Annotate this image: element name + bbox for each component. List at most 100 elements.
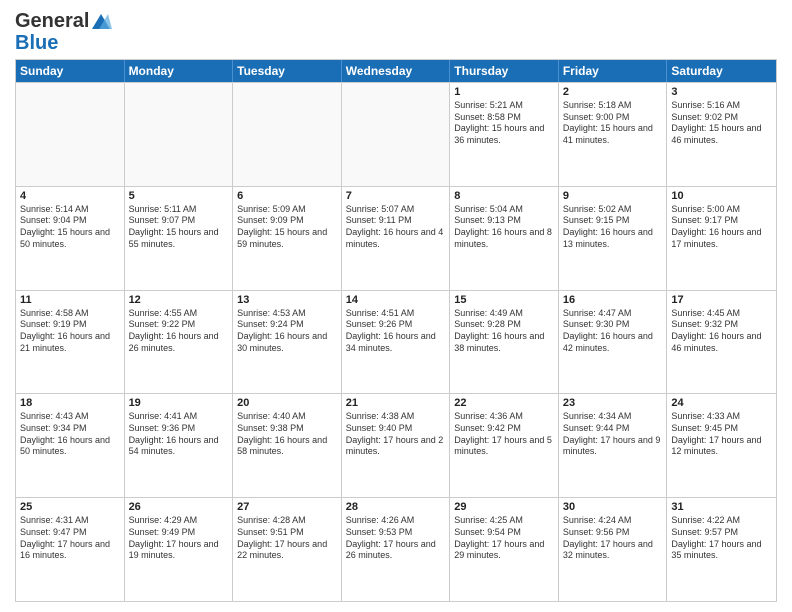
calendar-cell (16, 83, 125, 186)
calendar-header-cell: Wednesday (342, 60, 451, 82)
cell-text: Sunrise: 5:07 AM Sunset: 9:11 PM Dayligh… (346, 204, 446, 251)
day-number: 12 (129, 294, 229, 306)
logo-wordmark: General (15, 10, 113, 33)
logo-triangle-icon (90, 11, 112, 33)
day-number: 13 (237, 294, 337, 306)
cell-text: Sunrise: 4:29 AM Sunset: 9:49 PM Dayligh… (129, 515, 229, 562)
cell-text: Sunrise: 5:09 AM Sunset: 9:09 PM Dayligh… (237, 204, 337, 251)
header: General Blue (15, 10, 777, 53)
calendar: SundayMondayTuesdayWednesdayThursdayFrid… (15, 59, 777, 602)
calendar-header-cell: Tuesday (233, 60, 342, 82)
calendar-cell: 27 Sunrise: 4:28 AM Sunset: 9:51 PM Dayli… (233, 498, 342, 601)
calendar-cell: 15Sunrise: 4:49 AM Sunset: 9:28 PM Dayli… (450, 291, 559, 394)
day-number: 6 (237, 190, 337, 202)
day-number: 25 (20, 501, 120, 513)
day-number: 20 (237, 397, 337, 409)
day-number: 27 (237, 501, 337, 513)
day-number: 23 (563, 397, 663, 409)
calendar-row: 18 Sunrise: 4:43 AM Sunset: 9:34 PM Dayli… (16, 393, 776, 497)
calendar-cell: 25 Sunrise: 4:31 AM Sunset: 9:47 PM Dayli… (16, 498, 125, 601)
day-number: 21 (346, 397, 446, 409)
calendar-row: 11 Sunrise: 4:58 AM Sunset: 9:19 PM Dayli… (16, 290, 776, 394)
calendar-cell: 9 Sunrise: 5:02 AM Sunset: 9:15 PM Daylig… (559, 187, 668, 290)
day-number: 18 (20, 397, 120, 409)
calendar-cell: 11 Sunrise: 4:58 AM Sunset: 9:19 PM Dayli… (16, 291, 125, 394)
calendar-cell: 29Sunrise: 4:25 AM Sunset: 9:54 PM Dayli… (450, 498, 559, 601)
cell-text: Sunrise: 5:18 AM Sunset: 9:00 PM Dayligh… (563, 100, 663, 147)
cell-text: Sunrise: 4:58 AM Sunset: 9:19 PM Dayligh… (20, 308, 120, 355)
day-number: 1 (454, 86, 554, 98)
calendar-row: 25 Sunrise: 4:31 AM Sunset: 9:47 PM Dayli… (16, 497, 776, 601)
cell-text: Sunrise: 4:31 AM Sunset: 9:47 PM Dayligh… (20, 515, 120, 562)
calendar-cell: 13 Sunrise: 4:53 AM Sunset: 9:24 PM Dayli… (233, 291, 342, 394)
calendar-cell: 4 Sunrise: 5:14 AM Sunset: 9:04 PM Daylig… (16, 187, 125, 290)
calendar-header-cell: Thursday (450, 60, 559, 82)
day-number: 30 (563, 501, 663, 513)
calendar-cell: 14 Sunrise: 4:51 AM Sunset: 9:26 PM Dayli… (342, 291, 451, 394)
day-number: 8 (454, 190, 554, 202)
calendar-cell: 3 Sunrise: 5:16 AM Sunset: 9:02 PM Daylig… (667, 83, 776, 186)
cell-text: Sunrise: 4:28 AM Sunset: 9:51 PM Dayligh… (237, 515, 337, 562)
calendar-header-cell: Saturday (667, 60, 776, 82)
calendar-cell (125, 83, 234, 186)
day-number: 14 (346, 294, 446, 306)
cell-text: Sunrise: 5:16 AM Sunset: 9:02 PM Dayligh… (671, 100, 772, 147)
calendar-cell: 10Sunrise: 5:00 AM Sunset: 9:17 PM Dayli… (667, 187, 776, 290)
page: General Blue SundayMondayTuesdayWednesda… (0, 0, 792, 612)
cell-text: Sunrise: 4:55 AM Sunset: 9:22 PM Dayligh… (129, 308, 229, 355)
cell-text: Sunrise: 5:14 AM Sunset: 9:04 PM Dayligh… (20, 204, 120, 251)
calendar-cell: 19Sunrise: 4:41 AM Sunset: 9:36 PM Dayli… (125, 394, 234, 497)
calendar-row: 4 Sunrise: 5:14 AM Sunset: 9:04 PM Daylig… (16, 186, 776, 290)
calendar-cell (342, 83, 451, 186)
cell-text: Sunrise: 4:53 AM Sunset: 9:24 PM Dayligh… (237, 308, 337, 355)
calendar-row: 1 Sunrise: 5:21 AM Sunset: 8:58 PM Daylig… (16, 82, 776, 186)
day-number: 31 (671, 501, 772, 513)
day-number: 29 (454, 501, 554, 513)
cell-text: Sunrise: 5:02 AM Sunset: 9:15 PM Dayligh… (563, 204, 663, 251)
day-number: 11 (20, 294, 120, 306)
calendar-header-cell: Monday (125, 60, 234, 82)
calendar-cell: 5Sunrise: 5:11 AM Sunset: 9:07 PM Daylig… (125, 187, 234, 290)
day-number: 4 (20, 190, 120, 202)
cell-text: Sunrise: 4:43 AM Sunset: 9:34 PM Dayligh… (20, 411, 120, 458)
cell-text: Sunrise: 5:21 AM Sunset: 8:58 PM Dayligh… (454, 100, 554, 147)
day-number: 24 (671, 397, 772, 409)
cell-text: Sunrise: 4:40 AM Sunset: 9:38 PM Dayligh… (237, 411, 337, 458)
cell-text: Sunrise: 4:41 AM Sunset: 9:36 PM Dayligh… (129, 411, 229, 458)
calendar-cell: 7 Sunrise: 5:07 AM Sunset: 9:11 PM Daylig… (342, 187, 451, 290)
calendar-body: 1 Sunrise: 5:21 AM Sunset: 8:58 PM Daylig… (16, 82, 776, 601)
calendar-cell (233, 83, 342, 186)
day-number: 26 (129, 501, 229, 513)
calendar-cell: 2 Sunrise: 5:18 AM Sunset: 9:00 PM Daylig… (559, 83, 668, 186)
cell-text: Sunrise: 5:04 AM Sunset: 9:13 PM Dayligh… (454, 204, 554, 251)
cell-text: Sunrise: 5:11 AM Sunset: 9:07 PM Dayligh… (129, 204, 229, 251)
calendar-cell: 26 Sunrise: 4:29 AM Sunset: 9:49 PM Dayli… (125, 498, 234, 601)
calendar-header-row: SundayMondayTuesdayWednesdayThursdayFrid… (16, 60, 776, 82)
calendar-cell: 31 Sunrise: 4:22 AM Sunset: 9:57 PM Dayli… (667, 498, 776, 601)
calendar-cell: 17Sunrise: 4:45 AM Sunset: 9:32 PM Dayli… (667, 291, 776, 394)
calendar-cell: 12 Sunrise: 4:55 AM Sunset: 9:22 PM Dayli… (125, 291, 234, 394)
cell-text: Sunrise: 4:36 AM Sunset: 9:42 PM Dayligh… (454, 411, 554, 458)
calendar-cell: 22 Sunrise: 4:36 AM Sunset: 9:42 PM Dayli… (450, 394, 559, 497)
calendar-cell: 30 Sunrise: 4:24 AM Sunset: 9:56 PM Dayli… (559, 498, 668, 601)
cell-text: Sunrise: 4:24 AM Sunset: 9:56 PM Dayligh… (563, 515, 663, 562)
calendar-cell: 16Sunrise: 4:47 AM Sunset: 9:30 PM Dayli… (559, 291, 668, 394)
calendar-header-cell: Friday (559, 60, 668, 82)
day-number: 10 (671, 190, 772, 202)
day-number: 2 (563, 86, 663, 98)
cell-text: Sunrise: 4:51 AM Sunset: 9:26 PM Dayligh… (346, 308, 446, 355)
day-number: 15 (454, 294, 554, 306)
cell-text: Sunrise: 4:34 AM Sunset: 9:44 PM Dayligh… (563, 411, 663, 458)
calendar-cell: 21 Sunrise: 4:38 AM Sunset: 9:40 PM Dayli… (342, 394, 451, 497)
day-number: 7 (346, 190, 446, 202)
day-number: 22 (454, 397, 554, 409)
calendar-cell: 24 Sunrise: 4:33 AM Sunset: 9:45 PM Dayli… (667, 394, 776, 497)
day-number: 3 (671, 86, 772, 98)
cell-text: Sunrise: 4:22 AM Sunset: 9:57 PM Dayligh… (671, 515, 772, 562)
cell-text: Sunrise: 4:38 AM Sunset: 9:40 PM Dayligh… (346, 411, 446, 458)
calendar-cell: 6 Sunrise: 5:09 AM Sunset: 9:09 PM Daylig… (233, 187, 342, 290)
calendar-cell: 18 Sunrise: 4:43 AM Sunset: 9:34 PM Dayli… (16, 394, 125, 497)
day-number: 9 (563, 190, 663, 202)
calendar-cell: 20 Sunrise: 4:40 AM Sunset: 9:38 PM Dayli… (233, 394, 342, 497)
cell-text: Sunrise: 4:33 AM Sunset: 9:45 PM Dayligh… (671, 411, 772, 458)
